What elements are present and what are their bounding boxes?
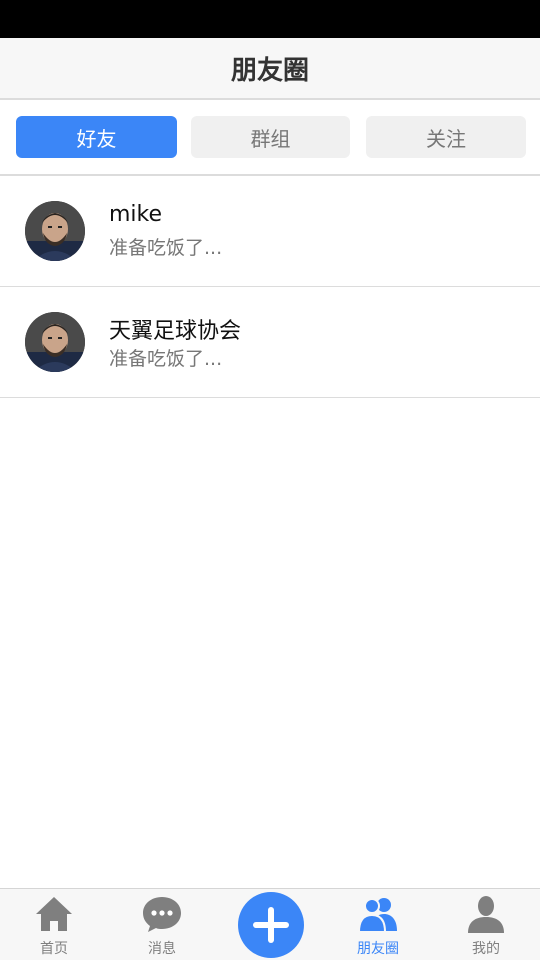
chat-bubble-icon bbox=[143, 897, 181, 932]
avatar bbox=[25, 312, 85, 372]
avatar-person-icon bbox=[25, 312, 85, 372]
feed-list: mike 准备吃饭了... 天翼足球协会 准备吃饭了... bbox=[0, 176, 540, 398]
friends-icon bbox=[359, 898, 397, 933]
add-post-button[interactable] bbox=[238, 892, 304, 958]
segment-following[interactable]: 关注 bbox=[366, 116, 526, 158]
list-item[interactable]: 天翼足球协会 准备吃饭了... bbox=[0, 287, 540, 398]
feed-item-name: mike bbox=[109, 202, 163, 227]
tab-home[interactable]: 首页 bbox=[0, 889, 108, 960]
feed-item-name: 天翼足球协会 bbox=[109, 319, 242, 344]
home-icon bbox=[36, 897, 72, 931]
tab-messages-label: 消息 bbox=[148, 941, 176, 957]
segment-friends[interactable]: 好友 bbox=[16, 116, 177, 158]
segmented-control: 好友 群组 关注 bbox=[0, 100, 540, 176]
status-bar bbox=[0, 0, 540, 38]
segment-groups[interactable]: 群组 bbox=[191, 116, 350, 158]
tab-messages[interactable]: 消息 bbox=[108, 889, 216, 960]
feed-item-message: 准备吃饭了... bbox=[109, 348, 223, 370]
avatar bbox=[25, 201, 85, 261]
list-item[interactable]: mike 准备吃饭了... bbox=[0, 176, 540, 287]
feed-item-message: 准备吃饭了... bbox=[109, 237, 223, 259]
page-title: 朋友圈 bbox=[230, 55, 309, 86]
plus-icon bbox=[253, 907, 289, 943]
avatar-person-icon bbox=[25, 201, 85, 261]
navigation-bar: 朋友圈 bbox=[0, 38, 540, 100]
tab-moments[interactable]: 朋友圈 bbox=[324, 889, 432, 960]
tab-profile[interactable]: 我的 bbox=[432, 889, 540, 960]
tab-moments-label: 朋友圈 bbox=[357, 941, 399, 957]
tab-profile-label: 我的 bbox=[472, 941, 500, 957]
tab-home-label: 首页 bbox=[40, 941, 68, 957]
person-icon bbox=[468, 896, 504, 933]
